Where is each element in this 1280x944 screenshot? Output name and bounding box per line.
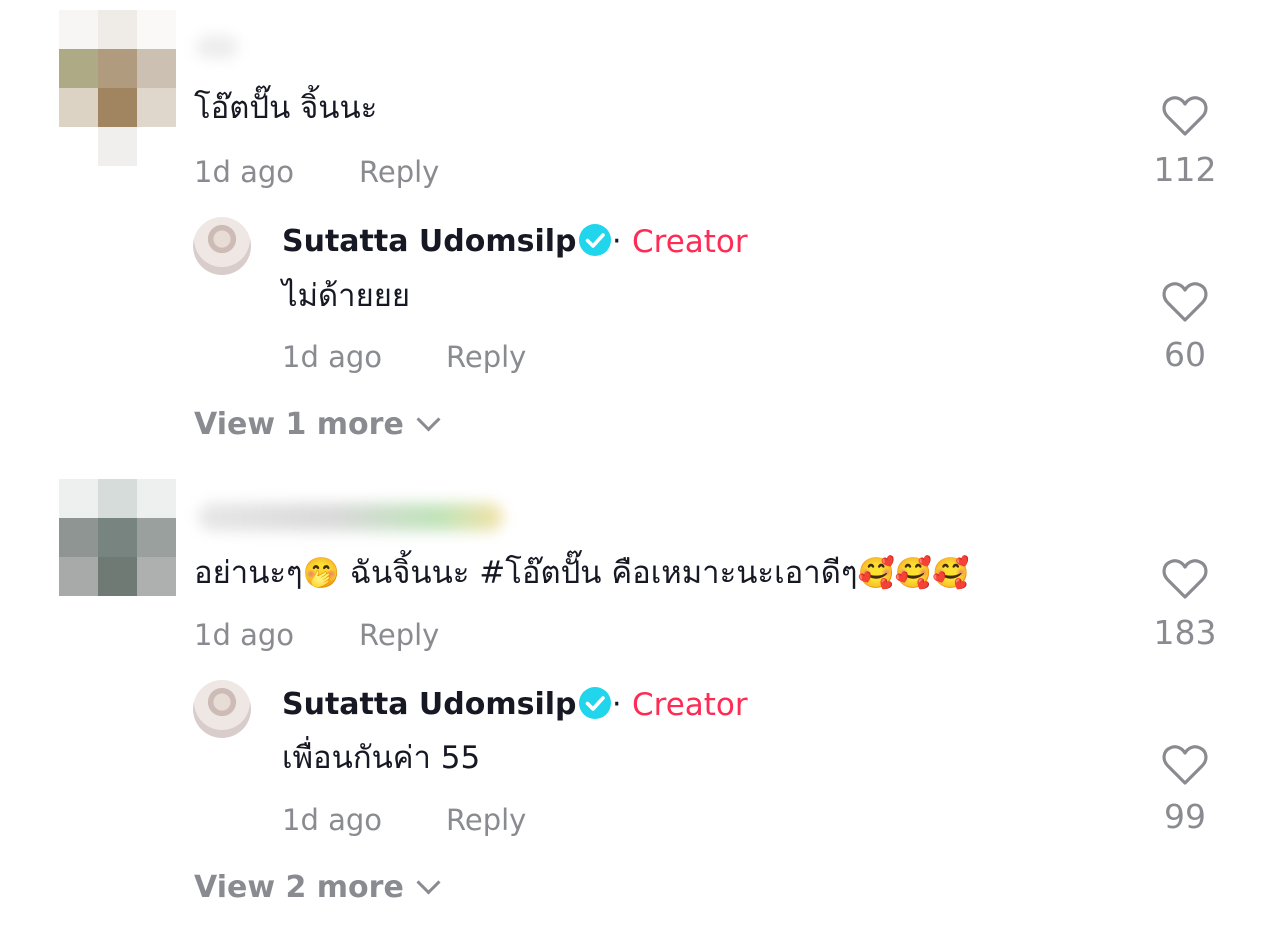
- heart-outline-icon[interactable]: [1161, 94, 1209, 138]
- verified-check-icon: [579, 687, 611, 719]
- view-more-label: View 2 more: [194, 870, 404, 905]
- commenter-avatar[interactable]: [59, 479, 176, 596]
- comment-time: 1d ago: [194, 155, 294, 189]
- reply-text: ไม่ด้ายยย: [282, 278, 411, 314]
- reply-button[interactable]: Reply: [446, 802, 526, 838]
- chevron-down-icon: [416, 407, 441, 432]
- hand-over-mouth-emoji: 🤭: [302, 556, 341, 591]
- creator-username[interactable]: Sutatta Udomsilp: [282, 222, 577, 262]
- heart-outline-icon[interactable]: [1161, 557, 1209, 601]
- reply-time: 1d ago: [282, 340, 382, 374]
- view-more-replies-button[interactable]: View 2 more: [194, 868, 441, 908]
- heart-outline-icon[interactable]: [1161, 743, 1209, 787]
- like-count: 60: [1164, 335, 1206, 374]
- commenter-avatar[interactable]: [59, 10, 176, 127]
- separator-dot: ·: [612, 224, 622, 259]
- chevron-down-icon: [416, 870, 441, 895]
- creator-username[interactable]: Sutatta Udomsilp: [282, 685, 577, 725]
- reply-time: 1d ago: [282, 803, 382, 837]
- reply-button[interactable]: Reply: [359, 617, 439, 653]
- like-count: 99: [1164, 797, 1206, 836]
- reply-button[interactable]: Reply: [446, 339, 526, 375]
- comment-text-start: อย่านะๆ: [194, 555, 303, 591]
- smiling-hearts-emoji: 🥰🥰🥰: [857, 556, 970, 591]
- creator-badge: Creator: [632, 687, 748, 723]
- creator-badge: Creator: [632, 224, 748, 260]
- creator-avatar[interactable]: [193, 217, 251, 275]
- commenter-avatar-tail: [59, 127, 176, 166]
- reply-button[interactable]: Reply: [359, 154, 439, 190]
- like-count: 112: [1153, 150, 1217, 189]
- comment-text: อย่านะๆ🤭 ฉันจิ้นนะ #โอ๊ตปั๊น คือเหมาะนะเ…: [194, 553, 970, 594]
- like-count: 183: [1153, 613, 1217, 652]
- creator-avatar[interactable]: [193, 680, 251, 738]
- view-more-label: View 1 more: [194, 407, 404, 442]
- heart-outline-icon[interactable]: [1161, 280, 1209, 324]
- reply-text: เพื่อนกันค่า 55: [282, 740, 481, 776]
- comment-time: 1d ago: [194, 618, 294, 652]
- comment-text-middle: ฉันจิ้นนะ #โอ๊ตปั๊น คือเหมาะนะเอาดีๆ: [340, 555, 858, 591]
- view-more-replies-button[interactable]: View 1 more: [194, 405, 441, 445]
- comment-text: โอ๊ตปั๊น จิ้นนะ: [194, 90, 378, 126]
- verified-check-icon: [579, 224, 611, 256]
- commenter-username[interactable]: [196, 36, 238, 58]
- separator-dot: ·: [612, 687, 622, 722]
- commenter-username[interactable]: [198, 503, 503, 531]
